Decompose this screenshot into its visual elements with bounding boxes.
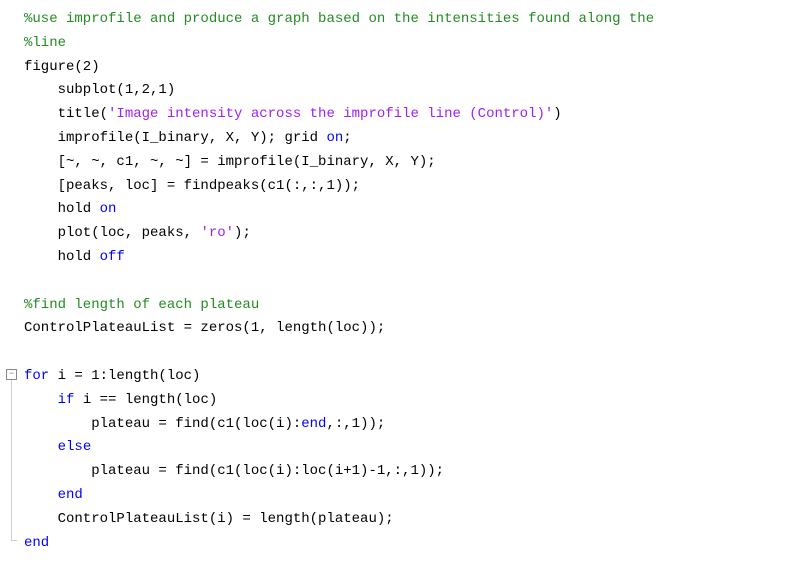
code-line: plateau = find(c1(loc(i):end,:,1)); (24, 413, 800, 437)
code-line: plateau = find(c1(loc(i):loc(i+1)-1,:,1)… (24, 460, 800, 484)
string-literal: 'Image intensity across the improfile li… (108, 106, 553, 122)
keyword-else: else (58, 439, 92, 455)
string-literal: 'ro' (200, 225, 234, 241)
code-line: ControlPlateauList(i) = length(plateau); (24, 508, 800, 532)
comment-text: %line (24, 35, 66, 51)
code-line: ControlPlateauList = zeros(1, length(loc… (24, 317, 800, 341)
keyword: on (326, 130, 343, 146)
keyword-end: end (301, 416, 326, 432)
comment-text: %find length of each plateau (24, 297, 259, 313)
keyword-for: for (24, 368, 49, 384)
code-line: figure(2) (24, 56, 800, 80)
code-line: [~, ~, c1, ~, ~] = improfile(I_binary, X… (24, 151, 800, 175)
code-line: if i == length(loc) (24, 389, 800, 413)
code-line: title('Image intensity across the improf… (24, 103, 800, 127)
code-line: hold on (24, 198, 800, 222)
keyword-if: if (58, 392, 75, 408)
keyword: off (100, 249, 125, 265)
code-line: hold off (24, 246, 800, 270)
code-line (24, 270, 800, 294)
code-line: %use improfile and produce a graph based… (24, 8, 800, 32)
code-line: %find length of each plateau (24, 294, 800, 318)
code-line: else (24, 436, 800, 460)
code-line: improfile(I_binary, X, Y); grid on; (24, 127, 800, 151)
code-editor[interactable]: %use improfile and produce a graph based… (0, 0, 800, 563)
keyword-end: end (24, 535, 49, 551)
code-line: end (24, 484, 800, 508)
code-line: [peaks, loc] = findpeaks(c1(:,:,1)); (24, 175, 800, 199)
code-line: for i = 1:length(loc) (24, 365, 800, 389)
code-line: subplot(1,2,1) (24, 79, 800, 103)
fold-minus-icon: − (9, 370, 14, 379)
fold-guide-line (11, 380, 12, 540)
fold-toggle-for[interactable]: − (6, 369, 17, 380)
code-line: end (24, 532, 800, 556)
keyword: on (100, 201, 117, 217)
code-line: plot(loc, peaks, 'ro'); (24, 222, 800, 246)
code-line (24, 341, 800, 365)
comment-text: %use improfile and produce a graph based… (24, 11, 654, 27)
fold-end-marker (11, 540, 17, 541)
keyword-end: end (58, 487, 83, 503)
code-line: %line (24, 32, 800, 56)
